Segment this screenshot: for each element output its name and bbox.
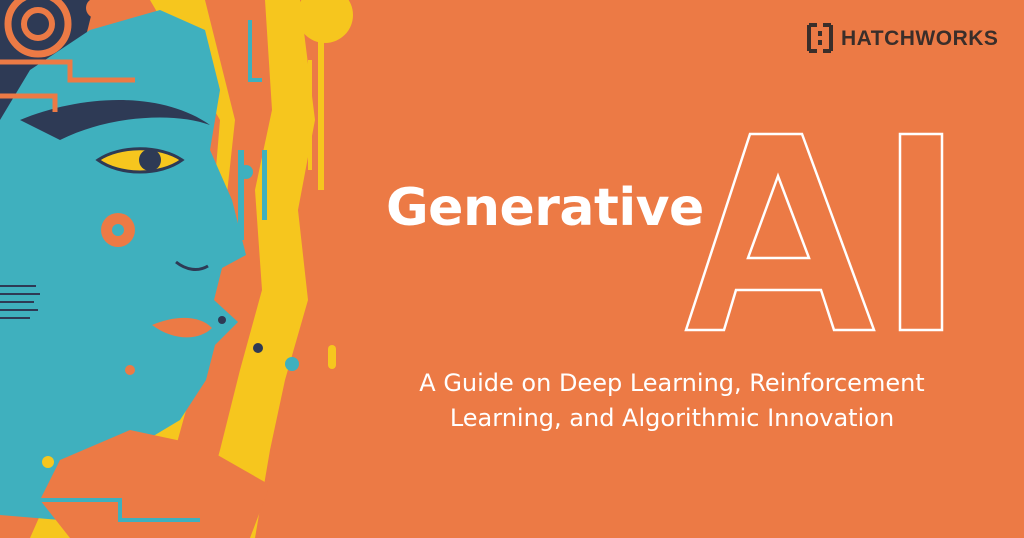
yellow-dot-1 [42,456,54,468]
orange-target-core [112,224,124,236]
letter-i-outline [898,132,944,332]
face-profile-illustration [0,0,353,538]
letter-a-outline [684,132,876,332]
yellow-pipe-1 [318,40,324,190]
subtitle: A Guide on Deep Learning, Reinforcement … [382,366,962,436]
hero-banner: HATCHWORKS Generative A Guide on Deep Le… [0,0,1024,538]
teal-dot-2 [285,357,299,371]
hatchworks-logo[interactable]: HATCHWORKS [807,22,998,54]
yellow-pipe-2 [308,60,312,170]
hatchworks-bracket-logo-icon [807,23,833,53]
subtitle-line-2: Learning, and Algorithmic Innovation [449,404,895,432]
eye-pupil [139,149,161,171]
headline-generative: Generative [386,178,704,238]
teal-bar-2 [262,150,267,220]
orange-dot-1 [125,365,135,375]
yellow-pipe-3 [328,345,336,369]
logo-wordmark: HATCHWORKS [841,26,999,50]
navy-dot-2 [253,343,263,353]
yellow-circle-top [297,0,353,43]
subtitle-line-1: A Guide on Deep Learning, Reinforcement [419,369,925,397]
teal-bar-1 [238,150,244,240]
teal-dot-1 [239,165,253,179]
ai-outline-lettering [684,132,944,332]
navy-dot-1 [218,316,226,324]
